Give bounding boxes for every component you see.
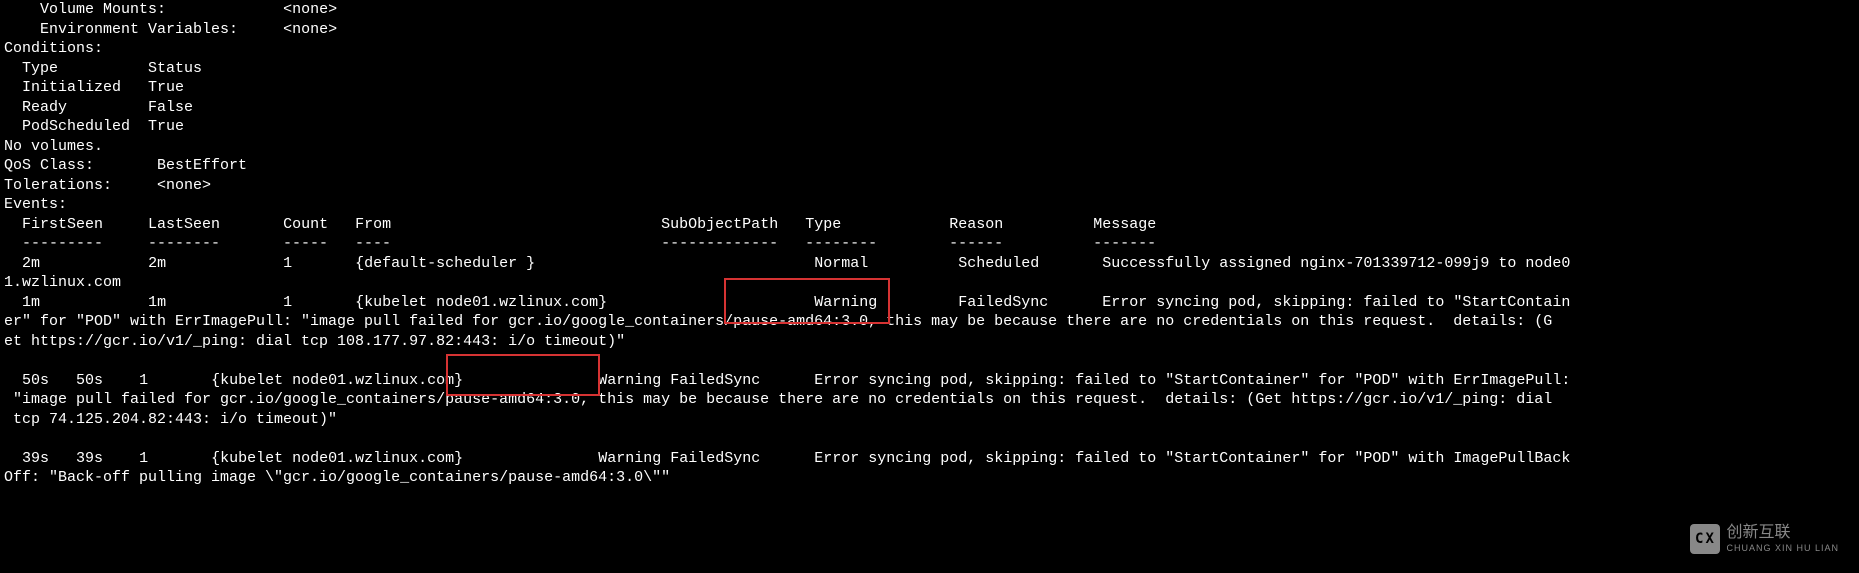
event-row: 2m 2m 1 {default-scheduler } Normal Sche… [4, 255, 1570, 292]
tolerations-line: Tolerations: <none> [4, 177, 211, 194]
watermark-cn-text: 创新互联 [1726, 524, 1790, 541]
watermark-en-text: CHUANG XIN HU LIAN [1726, 543, 1839, 555]
events-header: Events: [4, 196, 67, 213]
condition-row: Ready False [4, 99, 193, 116]
watermark-logo-icon: CX [1690, 524, 1720, 554]
terminal-output: Volume Mounts: <none> Environment Variab… [4, 0, 1570, 488]
volume-mounts-line: Volume Mounts: <none> [4, 1, 337, 18]
events-columns: FirstSeen LastSeen Count From SubObjectP… [4, 216, 1156, 233]
event-row: 1m 1m 1 {kubelet node01.wzlinux.com} War… [4, 294, 1570, 350]
event-row: 50s 50s 1 {kubelet node01.wzlinux.com} W… [4, 372, 1570, 428]
conditions-header: Conditions: [4, 40, 103, 57]
env-vars-line: Environment Variables: <none> [4, 21, 337, 38]
condition-row: PodScheduled True [4, 118, 184, 135]
event-row: 39s 39s 1 {kubelet node01.wzlinux.com} W… [4, 450, 1570, 487]
events-divider: --------- -------- ----- ---- ----------… [4, 235, 1156, 252]
no-volumes: No volumes. [4, 138, 103, 155]
condition-row: Initialized True [4, 79, 184, 96]
conditions-columns: Type Status [4, 60, 202, 77]
qos-line: QoS Class: BestEffort [4, 157, 247, 174]
watermark: CX 创新互联 CHUANG XIN HU LIAN [1690, 523, 1839, 555]
